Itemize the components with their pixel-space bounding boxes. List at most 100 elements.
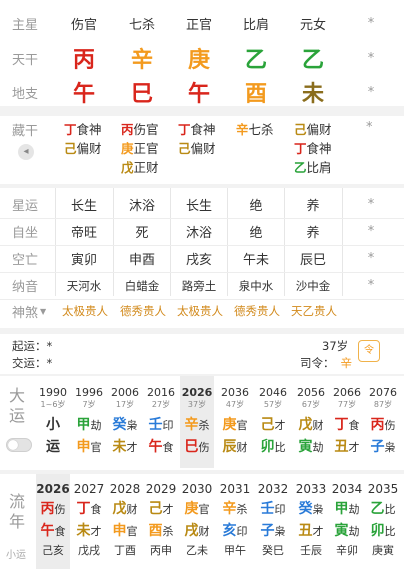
liunian-column[interactable]: 2030 庚官 戌财 乙未 — [180, 474, 214, 569]
kongwang-cell: 申酉 — [128, 253, 155, 268]
dayun-age: 27岁 — [151, 400, 171, 409]
liunian-column[interactable]: 2029 己才 酉杀 丙申 — [144, 474, 178, 569]
liunian-column[interactable]: 2028 戊财申官丁酉 — [108, 474, 142, 569]
liunian-xiaoyun: 壬辰 — [300, 544, 322, 557]
dayun-column[interactable]: 2046 57岁 己才 卯比 — [256, 376, 290, 468]
tiangan-more: * — [367, 50, 375, 66]
qiyun-label: 起运： — [12, 339, 47, 353]
dizhi-hour: 酉 — [244, 82, 267, 107]
dayun-zhi: 未才 — [112, 439, 138, 455]
canggan-extra: 己偏财 丁食神 乙比肩 — [294, 120, 332, 177]
xiaoyun-label: 小运 — [6, 550, 26, 561]
cg-shen: 偏财 — [306, 122, 332, 137]
shensha-item[interactable]: 德秀贵人 — [120, 298, 166, 324]
liunian-gan: 丙伤 — [40, 501, 66, 517]
shensha-item[interactable]: 太极贵人 — [177, 298, 223, 324]
dayun-column[interactable]: 1990 1~6岁小运 — [36, 376, 70, 468]
cg-shen: 食神 — [306, 141, 332, 156]
shensha-dropdown[interactable]: 神煞 ▼ — [12, 298, 46, 324]
liunian-xiaoyun: 甲午 — [224, 544, 246, 557]
liunian-column[interactable]: 2031 辛杀 亥印 甲午 — [218, 474, 252, 569]
canggan-label: 藏干 — [12, 124, 39, 139]
zhuxing-year: 伤官 — [70, 17, 97, 33]
dayun-column[interactable]: 2016 27岁 壬印 午食 — [144, 376, 178, 468]
cg-gan: 辛 — [236, 122, 249, 137]
pillars-card: 主星 伤官 七杀 正官 比肩 元女 * 天干 丙 辛 庚 乙 乙 * 地支 午 … — [0, 0, 404, 107]
nayin-cell: 沙中金 — [295, 278, 331, 293]
shensha-item[interactable]: 太极贵人 — [62, 298, 108, 324]
liunian-gan: 己才 — [148, 501, 174, 517]
dayun-zhi: 辰财 — [222, 439, 248, 455]
liunian-zhi: 未才 — [76, 523, 102, 539]
liunian-column[interactable]: 2035 乙比 卯比 庚寅 — [366, 474, 400, 569]
dayun-column[interactable]: 2006 17岁 癸枭 未才 — [108, 376, 142, 468]
shensha-item[interactable]: 德秀贵人 — [234, 298, 280, 324]
tiangan-label: 天干 — [12, 52, 39, 68]
liunian-xiaoyun: 辛卯 — [336, 544, 358, 557]
liunian-year: 2030 — [181, 482, 213, 496]
liunian-xiaoyun: 丁酉 — [114, 544, 136, 557]
liunian-column[interactable]: 2033 癸枭 丑才 壬辰 — [294, 474, 328, 569]
liunian-column[interactable]: 2032 壬印 子枭 癸巳 — [256, 474, 290, 569]
shensha-row[interactable]: 神煞 ▼ 太极贵人 德秀贵人 太极贵人 德秀贵人 天乙贵人 — [0, 298, 404, 324]
dayun-year: 2016 — [147, 386, 175, 399]
siling-value: 辛 — [340, 356, 353, 370]
kongwang-cell: 辰巳 — [299, 253, 326, 268]
liunian-zhi: 子枭 — [260, 523, 286, 539]
dayun-gan: 丁食 — [334, 417, 360, 433]
liunian-column[interactable]: 2026 丙伤 午食 己亥 — [36, 474, 70, 569]
liunian-zhi: 申官 — [112, 523, 138, 539]
liunian-zhi: 亥印 — [222, 523, 248, 539]
dayun-title: 大运 — [8, 386, 25, 425]
liunian-column[interactable]: 2034 甲劫 寅劫 辛卯 — [330, 474, 364, 569]
xingyun-cell: 养 — [306, 199, 320, 214]
siling-label: 司令： — [300, 356, 335, 370]
qiyun-value: * — [46, 339, 53, 353]
dayun-column[interactable]: 2036 47岁 庚官 辰财 — [218, 376, 252, 468]
liunian-year: 2029 — [145, 482, 177, 496]
liunian-year: 2028 — [109, 482, 141, 496]
cg-shen: 正官 — [133, 141, 159, 156]
dayun-column[interactable]: 2076 87岁 丙伤 子枭 — [366, 376, 400, 468]
calendar-icon[interactable]: 令 — [358, 340, 380, 362]
canggan-day: 丁食神 己偏财 — [178, 120, 216, 158]
liunian-gan: 戊财 — [112, 501, 138, 517]
canggan-card: 藏干 ◂ 丁食神 己偏财 丙伤官 庚正官 戊正财 丁食神 己偏财 辛七杀 己偏财… — [0, 116, 404, 184]
liunian-year: 2035 — [367, 482, 399, 496]
dayun-toggle[interactable] — [6, 438, 32, 452]
liunian-gan: 甲劫 — [334, 501, 360, 517]
dayun-year: 2056 — [297, 386, 325, 399]
dayun-year: 2026 — [181, 386, 213, 399]
liunian-column[interactable]: 2027 丁食 未才 戊戌 — [72, 474, 106, 569]
dizhi-year: 午 — [72, 82, 95, 107]
dayun-column[interactable]: 2026 37岁 辛杀 巳伤 — [180, 376, 214, 468]
dizhi-day: 午 — [187, 82, 210, 107]
dayun-zhi: 寅劫 — [298, 439, 324, 455]
kongwang-label: 空亡 — [12, 253, 39, 268]
jiaoyun-value: * — [46, 356, 53, 370]
shensha-item[interactable]: 天乙贵人 — [291, 298, 337, 324]
dayun-year: 2076 — [369, 386, 397, 399]
liunian-year: 2026 — [36, 482, 70, 496]
collapse-icon[interactable]: ◂ — [18, 144, 34, 160]
dayun-age: 37岁 — [187, 400, 207, 409]
tiangan-day: 庚 — [187, 48, 210, 73]
dayun-zhi: 子枭 — [370, 439, 396, 455]
dayun-year: 2036 — [221, 386, 249, 399]
xingyun-more: * — [367, 197, 375, 212]
liunian-year: 2032 — [257, 482, 289, 496]
cg-gan: 丁 — [178, 122, 191, 137]
tiangan-extra: 乙 — [301, 48, 324, 73]
liunian-xiaoyun: 庚寅 — [372, 544, 394, 557]
liunian-card: 流年 小运 2026 丙伤 午食 己亥 2027 丁食 未才 戊戌 2028 戊财 申官 丁酉 2029… — [0, 474, 404, 569]
dayun-column[interactable]: 2056 67岁 戊财 寅劫 — [294, 376, 328, 468]
details-card: 星运 长生 沐浴 长生 绝 养 * 自坐 帝旺 死 沐浴 绝 养 * 空亡 寅卯… — [0, 188, 404, 328]
liunian-zhi: 寅劫 — [334, 523, 360, 539]
cg-shen: 偏财 — [190, 141, 216, 156]
dayun-column[interactable]: 2066 77岁 丁食 丑才 — [330, 376, 364, 468]
dayun-year: 1990 — [39, 386, 67, 399]
dayun-column[interactable]: 1996 7岁 甲劫 申官 — [72, 376, 106, 468]
dayun-zhi: 运 — [46, 439, 60, 455]
cg-gan: 己 — [64, 141, 77, 156]
zhuxing-label: 主星 — [12, 17, 39, 33]
